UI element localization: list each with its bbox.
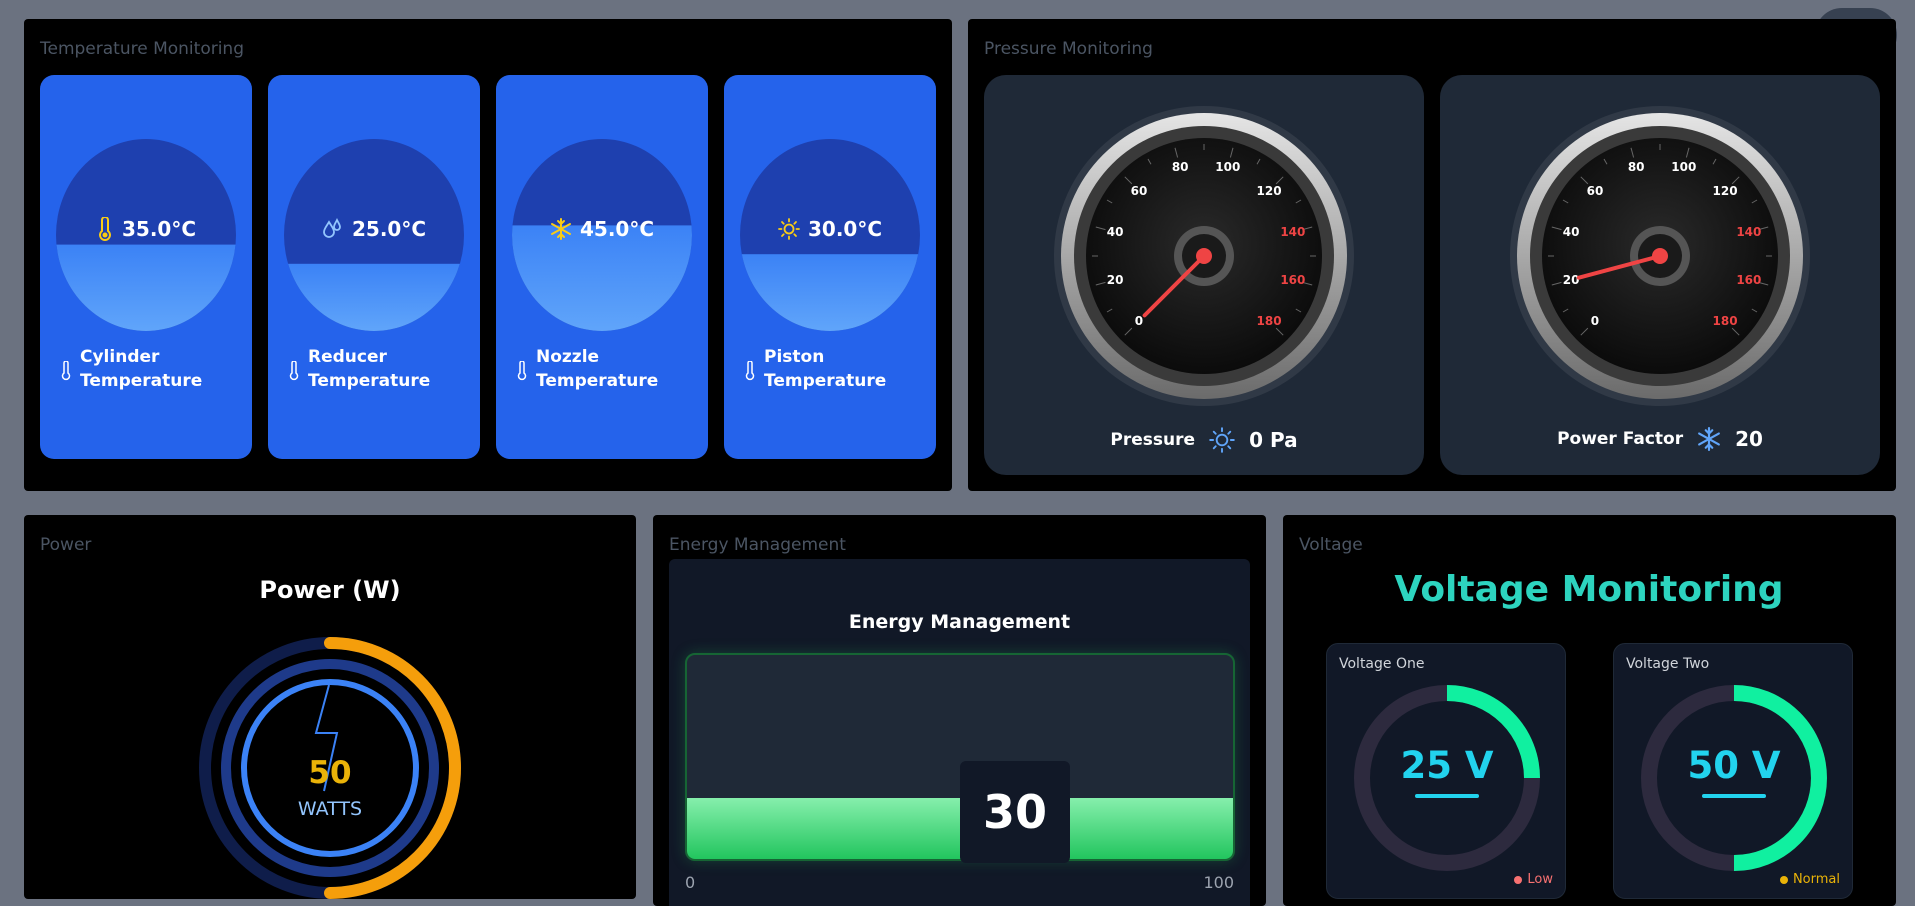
temperature-label: Piston Temperature	[764, 347, 887, 391]
voltage-status-label: Normal	[1792, 872, 1840, 887]
voltage-status-label: Low	[1527, 872, 1553, 887]
voltage-label: Voltage One	[1339, 656, 1425, 672]
gauge-value: 0 Pa	[1249, 428, 1298, 452]
temperature-label: Nozzle Temperature	[536, 347, 659, 391]
gauge-tick-label: 80	[1628, 160, 1645, 174]
tank-liquid	[740, 254, 920, 331]
gauge-needle-pivot	[1652, 248, 1668, 264]
gauge-tick-label: 0	[1591, 314, 1599, 328]
sun-icon	[778, 218, 800, 240]
energy-max-label: 100	[1203, 873, 1234, 892]
temperature-panel: Temperature Monitoring 35.0°C Cylinder T…	[24, 19, 952, 491]
panel-title: Voltage	[1299, 535, 1363, 555]
gauge-label: Power Factor	[1557, 429, 1684, 449]
energy-value: 30	[960, 761, 1070, 863]
gauge-tick-label: 100	[1671, 160, 1696, 174]
gauge-tick-label: 100	[1215, 160, 1240, 174]
voltage-status: Normal	[1779, 872, 1840, 887]
voltage-value: 50 V	[1687, 744, 1781, 787]
tank-liquid	[284, 263, 464, 331]
gauge-tick-label: 60	[1131, 184, 1148, 198]
temperature-card[interactable]: 45.0°C Nozzle Temperature	[496, 75, 708, 459]
temperature-label: Reducer Temperature	[308, 347, 431, 391]
gauge-tick-label: 20	[1563, 273, 1580, 287]
power-value: 50	[308, 755, 352, 791]
gauge-needle-pivot	[1196, 248, 1212, 264]
gauge-tick-label: 160	[1736, 273, 1761, 287]
gauge-tick-label: 80	[1172, 160, 1189, 174]
temperature-card[interactable]: 30.0°C Piston Temperature	[724, 75, 936, 459]
temperature-value: 35.0°C	[121, 217, 197, 241]
power-factor-gauge: 0 20 40 60 80 100 120 140 160 180	[1510, 106, 1810, 406]
temperature-card[interactable]: 35.0°C Cylinder Temperature	[40, 75, 252, 459]
tank-liquid	[56, 244, 236, 331]
gauge-tick-label: 160	[1280, 273, 1305, 287]
energy-heading: Energy Management	[848, 611, 1071, 633]
tank-liquid	[512, 225, 692, 331]
snowflake-icon	[1698, 427, 1721, 451]
power-factor-gauge-card[interactable]: 0 20 40 60 80 100 120 140 160 180 Power Factor 20	[1440, 75, 1880, 475]
gauge-value: 20	[1735, 427, 1763, 451]
status-dot	[1779, 875, 1788, 884]
snowflake-icon	[550, 218, 571, 240]
gauge-tick-label: 120	[1713, 184, 1738, 198]
gauge-tick-label: 180	[1713, 314, 1738, 328]
power-ring-gauge	[199, 637, 461, 899]
gauge-tick-label: 60	[1587, 184, 1604, 198]
power-panel: Power Power (W) 50 WATTS	[24, 515, 636, 899]
voltage-value: 25 V	[1400, 744, 1494, 787]
thermometer-icon	[289, 361, 299, 381]
temperature-value: 25.0°C	[351, 217, 427, 241]
voltage-heading: Voltage Monitoring	[1394, 569, 1784, 610]
voltage-underline	[1415, 794, 1479, 798]
pressure-gauge: 0 20 40 60 80 100 120 140 160 180	[1054, 106, 1354, 406]
temperature-label: Cylinder Temperature	[80, 347, 203, 391]
gauge-tick-label: 0	[1135, 314, 1143, 328]
voltage-panel: Voltage Voltage Monitoring Voltage One 2…	[1283, 515, 1896, 906]
energy-panel: Energy Management Energy Management 30 0…	[653, 515, 1266, 906]
temperature-value: 30.0°C	[807, 217, 883, 241]
thermometer-icon	[517, 361, 527, 381]
status-dot	[1514, 875, 1523, 884]
gauge-tick-label: 40	[1563, 225, 1580, 239]
gauge-label: Pressure	[1110, 430, 1196, 450]
pressure-panel: Pressure Monitoring 0 20 40 60 80 100 120 140 16…	[968, 19, 1896, 491]
gauge-tick-label: 180	[1257, 314, 1282, 328]
gauge-tick-label: 20	[1107, 273, 1124, 287]
energy-min-label: 0	[685, 873, 696, 892]
thermometer-icon	[745, 361, 755, 381]
panel-title: Energy Management	[669, 535, 846, 555]
sun-icon	[1209, 427, 1235, 453]
gauge-tick-label: 140	[1736, 225, 1761, 239]
panel-title: Pressure Monitoring	[984, 39, 1153, 59]
power-unit: WATTS	[297, 798, 363, 820]
thermometer-icon	[99, 217, 111, 241]
thermometer-icon	[61, 361, 71, 381]
voltage-status: Low	[1514, 872, 1553, 887]
voltage-card[interactable]: Voltage One 25 V Low	[1326, 643, 1566, 899]
temperature-value: 45.0°C	[579, 217, 655, 241]
gauge-tick-label: 140	[1280, 225, 1305, 239]
energy-card: Energy Management 30 0 100	[669, 559, 1250, 906]
temperature-card[interactable]: 25.0°C Reducer Temperature	[268, 75, 480, 459]
panel-title: Temperature Monitoring	[40, 39, 244, 59]
gauge-tick-label: 120	[1257, 184, 1282, 198]
voltage-card[interactable]: Voltage Two 50 V Normal	[1613, 643, 1853, 899]
voltage-underline	[1702, 794, 1766, 798]
droplets-icon	[323, 218, 341, 238]
pressure-gauge-card[interactable]: 0 20 40 60 80 100 120 140 160 180 Pressure 0 Pa	[984, 75, 1424, 475]
gauge-tick-label: 40	[1107, 225, 1124, 239]
voltage-label: Voltage Two	[1626, 656, 1710, 672]
